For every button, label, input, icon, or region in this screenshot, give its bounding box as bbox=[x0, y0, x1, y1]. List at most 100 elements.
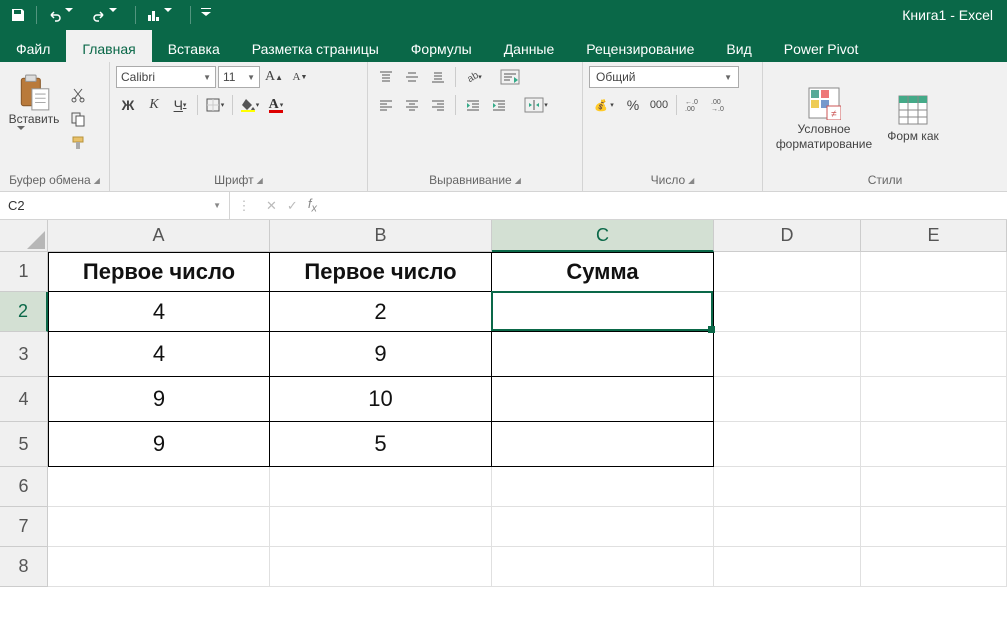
font-name-combo[interactable]: Calibri▼ bbox=[116, 66, 216, 88]
cell[interactable]: Сумма bbox=[492, 252, 714, 292]
borders-button[interactable]: ▾ bbox=[203, 94, 227, 116]
dialog-launcher-icon[interactable]: ◢ bbox=[515, 176, 521, 185]
cell[interactable] bbox=[714, 547, 861, 587]
cell[interactable] bbox=[492, 422, 714, 467]
cell[interactable] bbox=[492, 547, 714, 587]
select-all-corner[interactable] bbox=[0, 220, 48, 252]
undo-button[interactable] bbox=[43, 4, 85, 27]
format-painter-button[interactable] bbox=[66, 132, 90, 154]
italic-button[interactable]: К bbox=[142, 94, 166, 116]
cell[interactable] bbox=[492, 332, 714, 377]
column-header[interactable]: C bbox=[492, 220, 714, 252]
dialog-launcher-icon[interactable]: ◢ bbox=[257, 176, 263, 185]
tab-power pivot[interactable]: Power Pivot bbox=[768, 30, 875, 62]
fill-color-button[interactable]: ▾ bbox=[238, 94, 262, 116]
row-header[interactable]: 3 bbox=[0, 332, 48, 377]
save-button[interactable] bbox=[6, 5, 30, 25]
redo-button[interactable] bbox=[87, 4, 129, 27]
tab-данные[interactable]: Данные bbox=[488, 30, 571, 62]
decrease-decimal-button[interactable]: .00→.0 bbox=[708, 94, 732, 116]
tab-рецензирование[interactable]: Рецензирование bbox=[570, 30, 710, 62]
align-center-button[interactable] bbox=[400, 94, 424, 116]
row-header[interactable]: 2 bbox=[0, 292, 48, 332]
align-bottom-button[interactable] bbox=[426, 66, 450, 88]
cell[interactable]: 5 bbox=[270, 422, 492, 467]
align-right-button[interactable] bbox=[426, 94, 450, 116]
increase-indent-button[interactable] bbox=[487, 94, 511, 116]
tab-вставка[interactable]: Вставка bbox=[152, 30, 236, 62]
cell[interactable] bbox=[714, 507, 861, 547]
cell[interactable] bbox=[48, 467, 270, 507]
formula-input[interactable] bbox=[333, 198, 1007, 213]
decrease-font-button[interactable]: A▼ bbox=[288, 66, 312, 88]
cell[interactable] bbox=[714, 292, 861, 332]
column-header[interactable]: E bbox=[861, 220, 1007, 252]
column-header[interactable]: B bbox=[270, 220, 492, 252]
cell[interactable] bbox=[861, 507, 1007, 547]
cell[interactable] bbox=[861, 252, 1007, 292]
wrap-text-button[interactable] bbox=[495, 66, 525, 88]
row-header[interactable]: 6 bbox=[0, 467, 48, 507]
copy-button[interactable] bbox=[66, 108, 90, 130]
row-header[interactable]: 7 bbox=[0, 507, 48, 547]
fx-icon[interactable]: fx bbox=[308, 196, 317, 215]
cell[interactable] bbox=[714, 467, 861, 507]
cell[interactable]: 10 bbox=[270, 377, 492, 422]
cell[interactable] bbox=[492, 507, 714, 547]
orientation-button[interactable]: ab▾ bbox=[461, 66, 485, 88]
cell[interactable]: Первое число bbox=[48, 252, 270, 292]
qat-customize-button[interactable] bbox=[197, 5, 221, 25]
cell[interactable] bbox=[861, 377, 1007, 422]
increase-font-button[interactable]: A▲ bbox=[262, 66, 286, 88]
tab-вид[interactable]: Вид bbox=[710, 30, 767, 62]
cell[interactable]: 4 bbox=[48, 292, 270, 332]
cell[interactable] bbox=[48, 507, 270, 547]
align-top-button[interactable] bbox=[374, 66, 398, 88]
percent-button[interactable]: % bbox=[621, 94, 645, 116]
decrease-indent-button[interactable] bbox=[461, 94, 485, 116]
cell[interactable] bbox=[270, 467, 492, 507]
row-header[interactable]: 1 bbox=[0, 252, 48, 292]
dialog-launcher-icon[interactable]: ◢ bbox=[688, 176, 694, 185]
format-as-table-button[interactable]: Форм как bbox=[883, 93, 943, 143]
row-header[interactable]: 5 bbox=[0, 422, 48, 467]
name-box[interactable]: C2▼ bbox=[0, 192, 230, 219]
chart-button[interactable] bbox=[142, 4, 184, 27]
cell[interactable]: 2 bbox=[270, 292, 492, 332]
cell[interactable] bbox=[714, 252, 861, 292]
bold-button[interactable]: Ж bbox=[116, 94, 140, 116]
cell[interactable] bbox=[714, 422, 861, 467]
conditional-formatting-button[interactable]: ≠ Условное форматирование bbox=[769, 86, 879, 151]
cell[interactable]: 9 bbox=[48, 377, 270, 422]
cell[interactable] bbox=[861, 467, 1007, 507]
cell[interactable]: 9 bbox=[48, 422, 270, 467]
cut-button[interactable] bbox=[66, 84, 90, 106]
cancel-formula-button[interactable]: ✕ bbox=[266, 198, 277, 214]
tab-разметка страницы[interactable]: Разметка страницы bbox=[236, 30, 395, 62]
font-size-combo[interactable]: 11▼ bbox=[218, 66, 260, 88]
cell[interactable] bbox=[861, 422, 1007, 467]
cell[interactable] bbox=[714, 332, 861, 377]
column-header[interactable]: A bbox=[48, 220, 270, 252]
row-header[interactable]: 8 bbox=[0, 547, 48, 587]
accept-formula-button[interactable]: ✓ bbox=[287, 198, 298, 214]
cell[interactable] bbox=[270, 507, 492, 547]
increase-decimal-button[interactable]: ←.0.00 bbox=[682, 94, 706, 116]
cell[interactable]: 4 bbox=[48, 332, 270, 377]
cell[interactable]: Первое число bbox=[270, 252, 492, 292]
paste-button[interactable]: Вставить bbox=[6, 71, 62, 167]
cell[interactable] bbox=[861, 292, 1007, 332]
accounting-format-button[interactable]: 💰▾ bbox=[589, 94, 619, 116]
number-format-combo[interactable]: Общий▼ bbox=[589, 66, 739, 88]
column-header[interactable]: D bbox=[714, 220, 861, 252]
align-middle-button[interactable] bbox=[400, 66, 424, 88]
tab-главная[interactable]: Главная bbox=[66, 30, 151, 62]
cell[interactable] bbox=[48, 547, 270, 587]
align-left-button[interactable] bbox=[374, 94, 398, 116]
cell[interactable] bbox=[492, 377, 714, 422]
cell[interactable] bbox=[861, 547, 1007, 587]
font-color-button[interactable]: A▾ bbox=[264, 94, 288, 116]
cell[interactable] bbox=[270, 547, 492, 587]
row-header[interactable]: 4 bbox=[0, 377, 48, 422]
dialog-launcher-icon[interactable]: ◢ bbox=[94, 176, 100, 185]
